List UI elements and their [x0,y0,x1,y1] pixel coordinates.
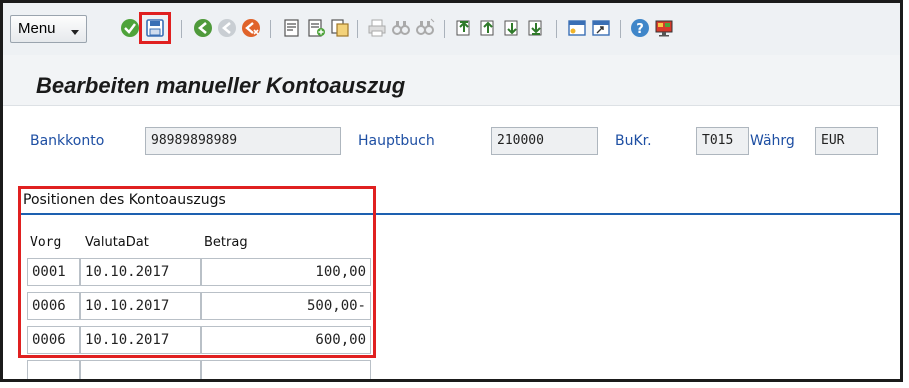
toolbar-separator [181,20,182,38]
last-page-icon[interactable] [526,18,546,38]
hauptbuch-field: 210000 [491,127,598,155]
waehrg-label: Währg [750,133,795,149]
save-highlight-box [139,12,171,44]
new-session-icon[interactable] [567,18,587,38]
customize-layout-icon[interactable] [654,18,674,38]
menu-button-label: Menu [18,20,56,37]
toolbar-separator [357,20,358,38]
table-cell-betrag[interactable] [201,360,371,379]
waehrg-field: EUR [815,127,878,155]
bukr-label: BuKr. [615,133,652,149]
find-next-icon[interactable] [415,18,435,38]
title-bar: Bearbeiten manueller Kontoauszug [3,55,900,106]
create-icon[interactable] [282,18,302,38]
positions-highlight-box [18,186,376,358]
previous-page-icon[interactable] [478,18,498,38]
toolbar-separator [444,20,445,38]
create-plus-icon[interactable] [306,18,326,38]
svg-text:?: ? [636,22,644,37]
find-icon[interactable] [391,18,411,38]
back-icon[interactable] [193,18,213,38]
print-icon[interactable] [367,18,387,38]
menu-button[interactable]: Menu [10,15,87,43]
bukr-field: T015 [696,127,749,155]
first-page-icon[interactable] [454,18,474,38]
bankkonto-label: Bankkonto [30,133,105,149]
toolbar: Menu ? [3,3,900,56]
table-cell-valutadat[interactable] [80,360,201,379]
toolbar-separator [556,20,557,38]
hauptbuch-label: Hauptbuch [358,133,435,149]
copy-icon[interactable] [330,18,350,38]
sap-window: Menu ? Bearbeiten manueller Kontoauszug … [0,0,903,382]
help-icon[interactable]: ? [630,18,650,38]
menu-caret-icon [71,30,79,35]
check-icon[interactable] [120,18,140,38]
toolbar-separator [270,20,271,38]
page-title: Bearbeiten manueller Kontoauszug [36,73,406,98]
next-page-icon[interactable] [502,18,522,38]
shortcut-icon[interactable] [591,18,611,38]
toolbar-separator [620,20,621,38]
cancel-icon[interactable] [241,18,261,38]
table-cell-vorg[interactable] [27,360,80,379]
bankkonto-field: 98989898989 [145,127,341,155]
exit-icon[interactable] [217,18,237,38]
